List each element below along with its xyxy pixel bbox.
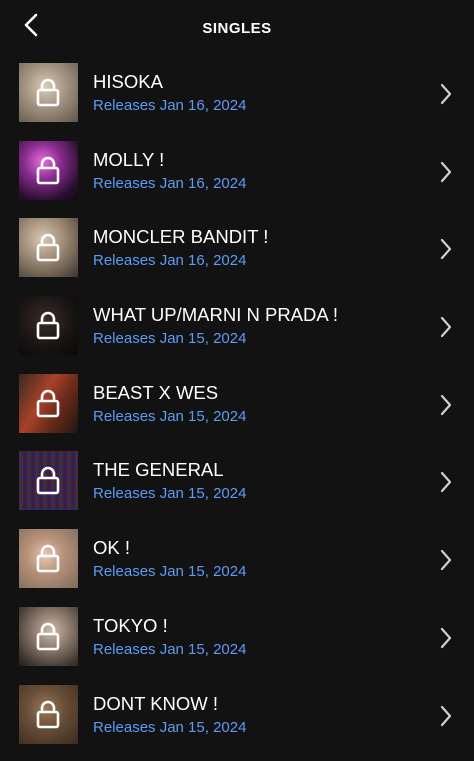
single-title: THE GENERAL [93,459,224,481]
chevron-right-icon[interactable] [438,470,454,499]
single-artwork [19,529,78,588]
single-artwork [19,218,78,277]
chevron-right-icon[interactable] [438,548,454,577]
single-row[interactable]: MOLLY ! Releases Jan 16, 2024 [0,140,474,218]
single-artwork [19,63,78,122]
release-date: Releases Jan 16, 2024 [93,252,246,269]
lock-icon [35,155,61,190]
lock-icon [35,699,61,734]
lock-icon [35,621,61,656]
single-title: HISOKA [93,71,163,93]
single-row[interactable]: OK ! Releases Jan 15, 2024 [0,528,474,606]
header: SINGLES [0,0,474,56]
lock-icon [35,543,61,578]
single-title: BEAST X WES [93,382,218,404]
lock-icon [35,388,61,423]
release-date: Releases Jan 15, 2024 [93,485,246,502]
single-title: MONCLER BANDIT ! [93,226,268,248]
single-artwork [19,685,78,744]
page-title: SINGLES [0,20,474,37]
chevron-right-icon[interactable] [438,393,454,422]
chevron-right-icon[interactable] [438,237,454,266]
lock-icon [35,232,61,267]
chevron-right-icon[interactable] [438,626,454,655]
lock-icon [35,77,61,112]
singles-list: HISOKA Releases Jan 16, 2024 MOLLY ! Releas… [0,62,474,761]
release-date: Releases Jan 15, 2024 [93,563,246,580]
single-artwork [19,607,78,666]
single-artwork [19,141,78,200]
release-date: Releases Jan 15, 2024 [93,641,246,658]
chevron-right-icon[interactable] [438,315,454,344]
single-title: DONT KNOW ! [93,693,218,715]
release-date: Releases Jan 16, 2024 [93,175,246,192]
single-row[interactable]: TOKYO ! Releases Jan 15, 2024 [0,606,474,684]
single-row[interactable]: BEAST X WES Releases Jan 15, 2024 [0,373,474,451]
release-date: Releases Jan 16, 2024 [93,97,246,114]
single-row[interactable]: WHAT UP/MARNI N PRADA ! Releases Jan 15, … [0,295,474,373]
single-row[interactable]: MONCLER BANDIT ! Releases Jan 16, 2024 [0,217,474,295]
single-row[interactable]: THE GENERAL Releases Jan 15, 2024 [0,450,474,528]
single-artwork [19,374,78,433]
single-artwork [19,296,78,355]
single-row[interactable]: HISOKA Releases Jan 16, 2024 [0,62,474,140]
single-title: OK ! [93,537,130,559]
single-title: WHAT UP/MARNI N PRADA ! [93,304,338,326]
chevron-right-icon[interactable] [438,160,454,189]
single-title: TOKYO ! [93,615,168,637]
single-title: MOLLY ! [93,149,164,171]
release-date: Releases Jan 15, 2024 [93,330,246,347]
single-artwork [19,451,78,510]
release-date: Releases Jan 15, 2024 [93,408,246,425]
lock-icon [35,310,61,345]
chevron-right-icon[interactable] [438,704,454,733]
lock-icon [35,465,61,500]
single-row[interactable]: DONT KNOW ! Releases Jan 15, 2024 [0,684,474,761]
release-date: Releases Jan 15, 2024 [93,719,246,736]
chevron-right-icon[interactable] [438,82,454,111]
